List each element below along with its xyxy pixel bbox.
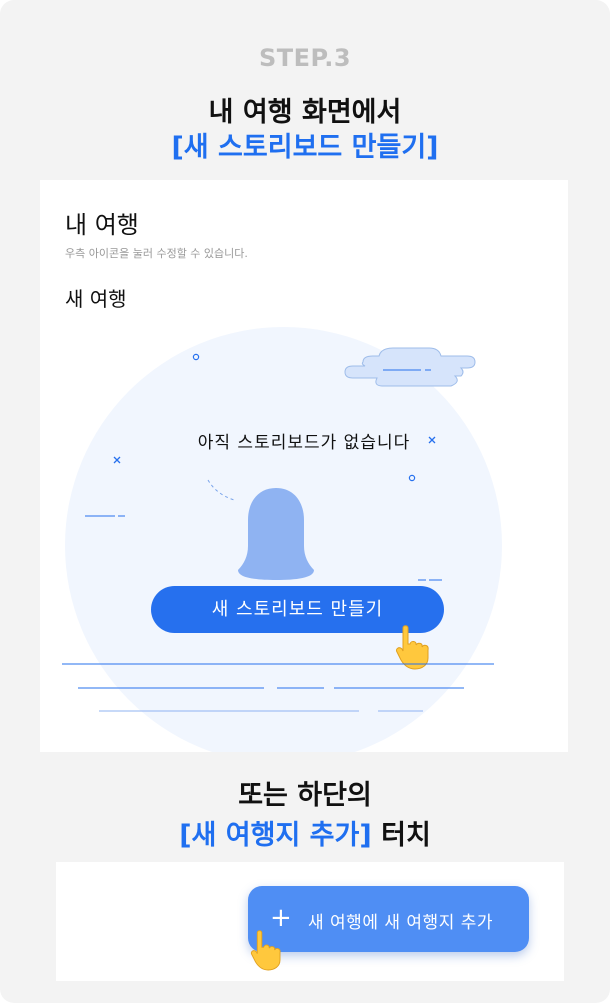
instruction-card: STEP.3 내 여행 화면에서 [새 스토리보드 만들기] 내 여행 우측 아…: [0, 0, 610, 1003]
decor-ground-lines: [62, 663, 494, 712]
decor-dashes: [207, 479, 235, 501]
step-label: STEP.3: [258, 44, 352, 72]
heading-line2: [새 스토리보드 만들기]: [171, 132, 439, 163]
decor-cross: [113, 456, 121, 464]
alternative-line2: [새 여행지 추가] 터치: [0, 813, 610, 852]
empty-message: 아직 스토리보드가 없습니다: [197, 433, 411, 453]
pointing-hand-icon: [250, 930, 281, 971]
add-destination-screenshot: + 새 여행에 새 여행지 추가: [56, 862, 564, 981]
add-destination-button[interactable]: + 새 여행에 새 여행지 추가: [248, 886, 529, 952]
alternative-rest: 터치: [371, 820, 431, 851]
ghost-illustration: [238, 488, 314, 580]
section-title: 새 여행: [65, 287, 127, 311]
page-subtitle: 우측 아이콘을 눌러 수정할 수 있습니다.: [65, 247, 248, 260]
cloud-icon: [344, 347, 476, 387]
page-title: 내 여행: [65, 211, 139, 239]
decor-dot: [192, 353, 200, 361]
alternative-highlight: [새 여행지 추가]: [179, 820, 372, 851]
heading-line1: 내 여행 화면에서: [208, 97, 402, 128]
my-trips-screenshot: 내 여행 우측 아이콘을 눌러 수정할 수 있습니다. 새 여행 아직 스토리보…: [40, 180, 568, 752]
alternative-line1: 또는 하단의: [238, 780, 372, 811]
decor-line: [85, 515, 125, 517]
decor-line: [418, 579, 442, 581]
add-destination-label: 새 여행에 새 여행지 추가: [308, 913, 494, 933]
decor-dot: [408, 474, 416, 482]
